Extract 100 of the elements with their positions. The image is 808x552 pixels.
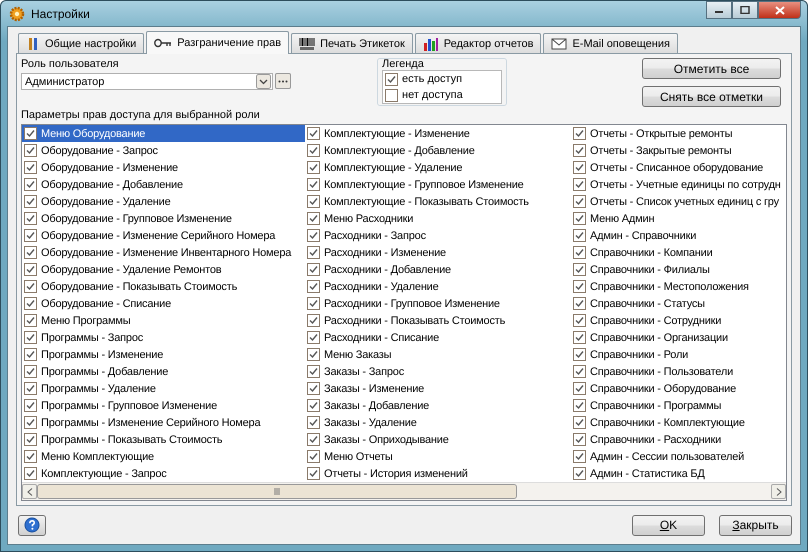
permission-item[interactable]: Оборудование - Удаление Ремонтов xyxy=(22,261,305,278)
horizontal-scrollbar[interactable] xyxy=(22,482,786,500)
permission-item[interactable]: Админ - Статистика БД xyxy=(571,465,786,482)
permission-item[interactable]: Расходники - Показывать Стоимость xyxy=(305,312,571,329)
tab[interactable]: Общие настройки xyxy=(18,33,144,53)
checkbox[interactable] xyxy=(573,297,586,310)
checkbox[interactable] xyxy=(307,297,320,310)
checkbox[interactable] xyxy=(307,127,320,140)
permission-item[interactable]: Расходники - Изменение xyxy=(305,244,571,261)
permission-item[interactable]: Админ - Сессии пользователей xyxy=(571,448,786,465)
permission-item[interactable]: Оборудование - Списание xyxy=(22,295,305,312)
checkbox[interactable] xyxy=(24,314,37,327)
checkbox[interactable] xyxy=(307,450,320,463)
scrollbar-thumb[interactable] xyxy=(37,484,517,499)
checkbox[interactable] xyxy=(307,433,320,446)
permission-item[interactable]: Программы - Добавление xyxy=(22,363,305,380)
checkbox[interactable] xyxy=(307,229,320,242)
permission-item[interactable]: Расходники - Удаление xyxy=(305,278,571,295)
close-button[interactable] xyxy=(758,1,801,19)
checkbox[interactable] xyxy=(24,229,37,242)
checkbox[interactable] xyxy=(307,365,320,378)
permission-item[interactable]: Заказы - Оприходывание xyxy=(305,431,571,448)
permission-item[interactable]: Комплектующие - Добавление xyxy=(305,142,571,159)
permission-item[interactable]: Программы - Показывать Стоимость xyxy=(22,431,305,448)
tab[interactable]: Печать Этикеток xyxy=(291,33,413,53)
permission-item[interactable]: Меню Отчеты xyxy=(305,448,571,465)
checkbox[interactable] xyxy=(573,314,586,327)
action-button[interactable]: Снять все отметки xyxy=(642,86,781,107)
permission-item[interactable]: Справочники - Программы xyxy=(571,397,786,414)
permission-item[interactable]: Справочники - Компании xyxy=(571,244,786,261)
tab[interactable]: E-Mail оповещения xyxy=(543,33,678,53)
permission-item[interactable]: Меню Программы xyxy=(22,312,305,329)
checkbox[interactable] xyxy=(24,382,37,395)
permission-item[interactable]: Справочники - Комплектующие xyxy=(571,414,786,431)
permission-item[interactable]: Меню Оборудование xyxy=(22,125,305,142)
checkbox[interactable] xyxy=(573,195,586,208)
permission-item[interactable]: Заказы - Запрос xyxy=(305,363,571,380)
checkbox[interactable] xyxy=(573,433,586,446)
checkbox[interactable] xyxy=(24,467,37,480)
permission-item[interactable]: Расходники - Списание xyxy=(305,329,571,346)
checkbox[interactable] xyxy=(24,331,37,344)
minimize-button[interactable] xyxy=(706,1,732,19)
checkbox[interactable] xyxy=(24,246,37,259)
permission-item[interactable]: Комплектующие - Запрос xyxy=(22,465,305,482)
checkbox[interactable] xyxy=(573,382,586,395)
help-button[interactable] xyxy=(18,514,46,536)
checkbox[interactable] xyxy=(307,263,320,276)
tab[interactable]: Редактор отчетов xyxy=(414,33,542,53)
checkbox[interactable] xyxy=(24,195,37,208)
checkbox[interactable] xyxy=(573,399,586,412)
checkbox[interactable] xyxy=(24,280,37,293)
checkbox[interactable] xyxy=(573,467,586,480)
permission-item[interactable]: Расходники - Групповое Изменение xyxy=(305,295,571,312)
checkbox[interactable] xyxy=(307,246,320,259)
permission-item[interactable]: Программы - Изменение Серийного Номера xyxy=(22,414,305,431)
permission-item[interactable]: Оборудование - Групповое Изменение xyxy=(22,210,305,227)
permission-item[interactable]: Расходники - Добавление xyxy=(305,261,571,278)
checkbox[interactable] xyxy=(307,348,320,361)
checkbox[interactable] xyxy=(307,195,320,208)
checkbox[interactable] xyxy=(307,399,320,412)
action-button[interactable]: Отметить все xyxy=(642,58,781,79)
checkbox[interactable] xyxy=(573,450,586,463)
checkbox[interactable] xyxy=(24,348,37,361)
permission-item[interactable]: Отчеты - Учетные единицы по сотрудн xyxy=(571,176,786,193)
checkbox[interactable] xyxy=(573,416,586,429)
checkbox[interactable] xyxy=(573,263,586,276)
permission-item[interactable]: Меню Админ xyxy=(571,210,786,227)
permission-item[interactable]: Меню Расходники xyxy=(305,210,571,227)
permission-item[interactable]: Комплектующие - Удаление xyxy=(305,159,571,176)
scroll-left-button[interactable] xyxy=(22,484,37,499)
permission-item[interactable]: Отчеты - Открытые ремонты xyxy=(571,125,786,142)
permission-item[interactable]: Админ - Справочники xyxy=(571,227,786,244)
checkbox[interactable] xyxy=(573,365,586,378)
permission-item[interactable]: Оборудование - Изменение xyxy=(22,159,305,176)
dialog-button[interactable]: Закрыть xyxy=(719,514,792,536)
checkbox[interactable] xyxy=(24,127,37,140)
permission-item[interactable]: Оборудование - Добавление xyxy=(22,176,305,193)
permission-item[interactable]: Справочники - Филиалы xyxy=(571,261,786,278)
permission-item[interactable]: Комплектующие - Групповое Изменение xyxy=(305,176,571,193)
checkbox[interactable] xyxy=(307,314,320,327)
checkbox[interactable] xyxy=(24,365,37,378)
checkbox[interactable] xyxy=(307,178,320,191)
checkbox[interactable] xyxy=(573,178,586,191)
permission-item[interactable]: Программы - Групповое Изменение xyxy=(22,397,305,414)
permission-item[interactable]: Программы - Удаление xyxy=(22,380,305,397)
checkbox[interactable] xyxy=(573,229,586,242)
permission-item[interactable]: Справочники - Роли xyxy=(571,346,786,363)
permission-item[interactable]: Оборудование - Удаление xyxy=(22,193,305,210)
permission-item[interactable]: Комплектующие - Показывать Стоимость xyxy=(305,193,571,210)
permission-item[interactable]: Справочники - Местоположения xyxy=(571,278,786,295)
maximize-button[interactable] xyxy=(732,1,758,19)
checkbox[interactable] xyxy=(573,280,586,293)
checkbox[interactable] xyxy=(573,127,586,140)
permission-item[interactable]: Отчеты - Закрытые ремонты xyxy=(571,142,786,159)
checkbox[interactable] xyxy=(24,178,37,191)
checkbox[interactable] xyxy=(307,331,320,344)
checkbox[interactable] xyxy=(24,212,37,225)
checkbox[interactable] xyxy=(307,280,320,293)
checkbox[interactable] xyxy=(307,382,320,395)
checkbox[interactable] xyxy=(24,416,37,429)
